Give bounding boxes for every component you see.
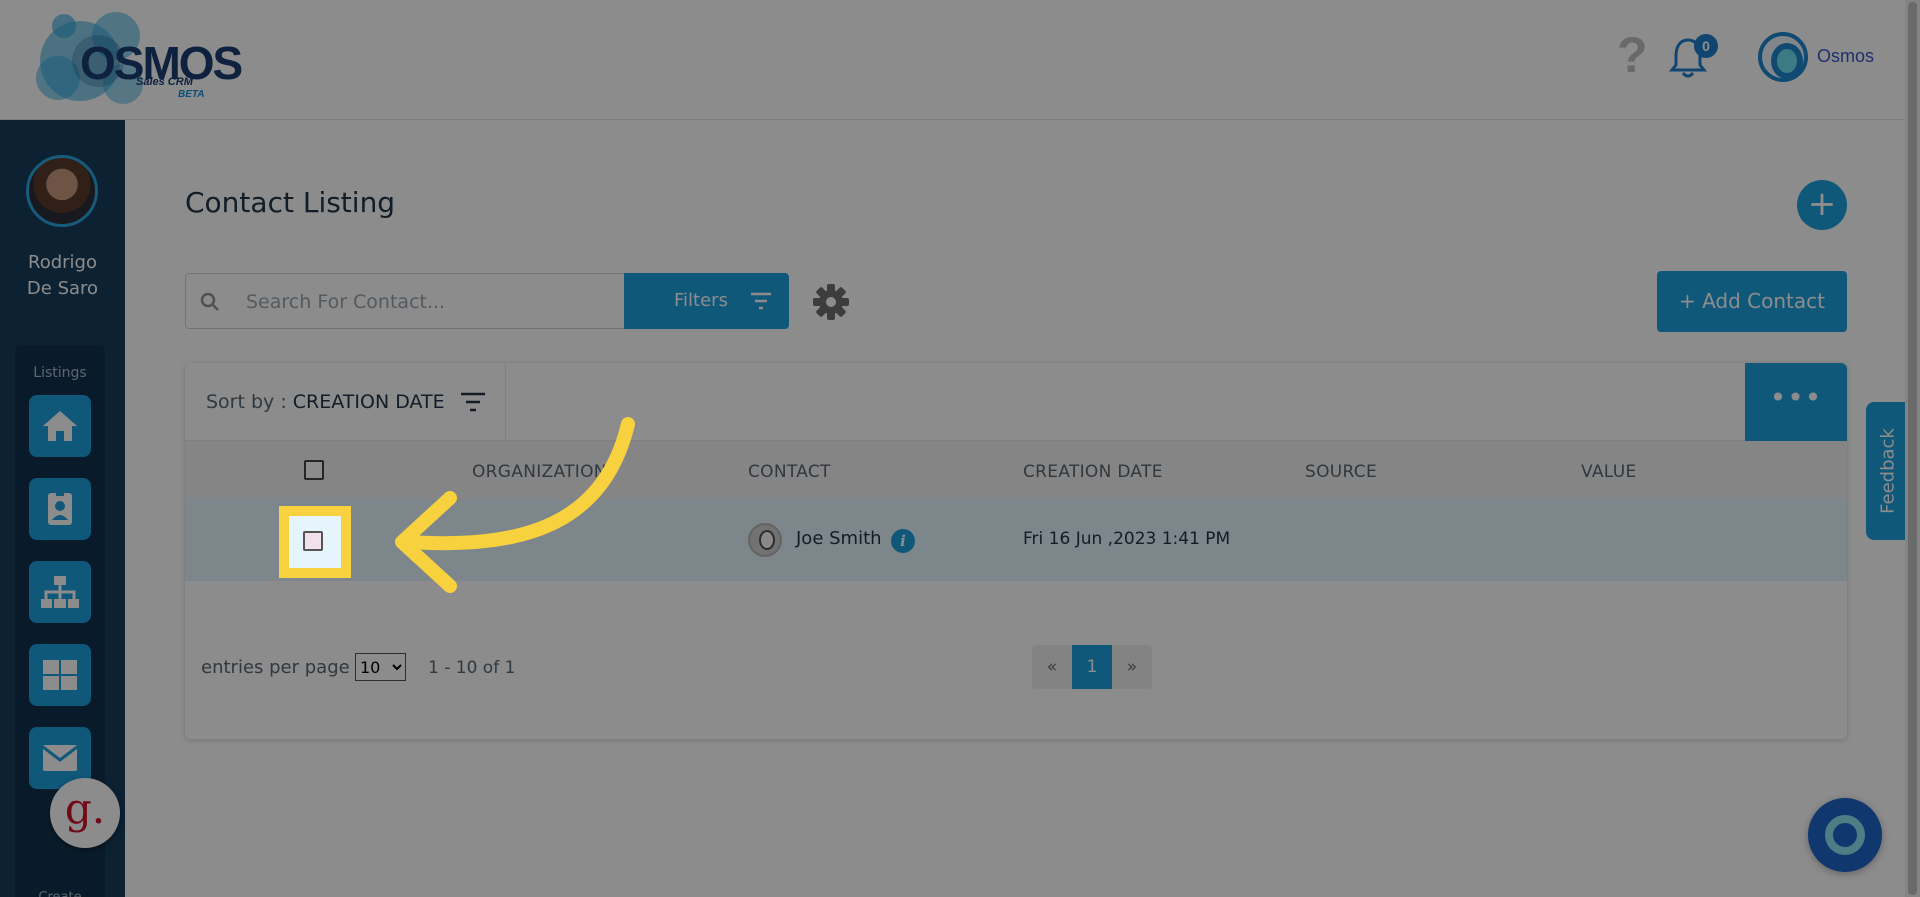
sidebar-item-contacts[interactable] bbox=[29, 478, 91, 540]
grid-icon bbox=[43, 660, 77, 690]
user-avatar[interactable] bbox=[1758, 32, 1808, 82]
notification-count-badge: 0 bbox=[1694, 34, 1718, 58]
chat-launcher-button[interactable] bbox=[1808, 798, 1882, 872]
next-page-button[interactable]: » bbox=[1112, 645, 1152, 689]
profile-avatar[interactable] bbox=[26, 155, 98, 227]
sidebar-item-dashboard[interactable] bbox=[29, 644, 91, 706]
search-box bbox=[185, 273, 625, 329]
entries-per-page-label: entries per page bbox=[201, 657, 350, 678]
top-header: OSMOS Sales CRM BETA ? 0 Osmos bbox=[0, 0, 1905, 120]
row-select-checkbox[interactable] bbox=[303, 531, 323, 551]
feedback-label: Feedback bbox=[1877, 428, 1899, 514]
scroll-thumb[interactable] bbox=[1908, 2, 1917, 895]
sort-prefix: Sort by : bbox=[206, 391, 293, 413]
filters-button[interactable]: Filters bbox=[624, 273, 789, 329]
more-options-button[interactable]: ••• bbox=[1745, 363, 1847, 441]
quick-add-button[interactable]: + bbox=[1797, 180, 1847, 230]
highlight-frame bbox=[279, 506, 351, 578]
column-contact[interactable]: CONTACT bbox=[748, 462, 831, 482]
range-text: 1 - 10 of 1 bbox=[428, 658, 516, 678]
sidebar: Rodrigo De Saro Listings bbox=[0, 120, 125, 897]
scrollbar[interactable] bbox=[1905, 0, 1920, 897]
user-menu-name[interactable]: Osmos bbox=[1817, 46, 1874, 67]
page-1-button[interactable]: 1 bbox=[1072, 645, 1112, 689]
add-contact-button[interactable]: + Add Contact bbox=[1657, 271, 1847, 332]
logo-subtitle: Sales CRM bbox=[136, 76, 193, 88]
contact-name[interactable]: Joe Smith bbox=[796, 528, 882, 549]
profile-name: Rodrigo De Saro bbox=[26, 252, 99, 299]
home-icon bbox=[43, 411, 77, 441]
logo-beta: BETA bbox=[178, 89, 205, 100]
entries-per-page-select[interactable]: 10 bbox=[355, 653, 406, 681]
highlighted-row-checkbox-area bbox=[289, 516, 341, 568]
feedback-tab[interactable]: Feedback bbox=[1866, 402, 1910, 540]
search-input[interactable] bbox=[246, 288, 606, 316]
g-badge-button[interactable]: g. bbox=[50, 778, 120, 848]
mail-icon bbox=[42, 745, 78, 771]
creation-date-cell: Fri 16 Jun ,2023 1:41 PM bbox=[1023, 529, 1231, 549]
gear-icon[interactable] bbox=[812, 283, 850, 321]
column-creation-date[interactable]: CREATION DATE bbox=[1023, 462, 1163, 482]
pagination: « 1 » bbox=[1032, 645, 1152, 689]
filter-lines-icon bbox=[751, 292, 771, 310]
prev-page-button[interactable]: « bbox=[1032, 645, 1072, 689]
organization-icon bbox=[41, 576, 79, 608]
pointer-arrow-icon bbox=[395, 417, 635, 593]
select-all-checkbox[interactable] bbox=[304, 460, 324, 480]
create-section-label: Create bbox=[15, 862, 105, 897]
page-title: Contact Listing bbox=[185, 186, 396, 219]
search-icon bbox=[200, 292, 219, 311]
sidebar-item-home[interactable] bbox=[29, 395, 91, 457]
column-value[interactable]: VALUE bbox=[1581, 462, 1636, 482]
listings-label: Listings bbox=[33, 365, 87, 381]
sidebar-item-organizations[interactable] bbox=[29, 561, 91, 623]
info-icon[interactable]: i bbox=[891, 529, 915, 553]
osmos-logo[interactable]: OSMOS Sales CRM BETA bbox=[28, 6, 243, 110]
filters-label: Filters bbox=[674, 290, 728, 311]
contact-card-icon bbox=[48, 491, 72, 525]
help-icon[interactable]: ? bbox=[1617, 30, 1648, 80]
contact-avatar bbox=[748, 523, 782, 557]
column-source[interactable]: SOURCE bbox=[1305, 462, 1377, 482]
